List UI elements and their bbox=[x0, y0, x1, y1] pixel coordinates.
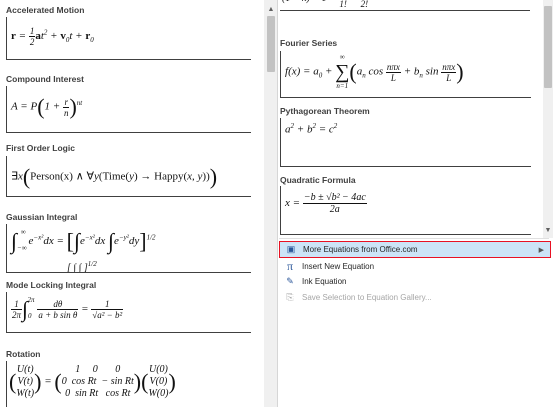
insert-new-equation-label: Insert New Equation bbox=[302, 261, 375, 271]
equation-compound-interest[interactable]: A = P(1 + r n)nt bbox=[6, 86, 251, 133]
more-equations-label: More Equations from Office.com bbox=[303, 245, 418, 254]
left-scrollbar-track[interactable]: ▲ bbox=[264, 0, 277, 407]
ink-equation-icon: ✎ bbox=[286, 275, 294, 286]
equation-pythagorean-theorem[interactable]: a2 + b2 = c2 bbox=[280, 118, 531, 167]
more-equations-menu-item[interactable]: ▣ More Equations from Office.com ▶ bbox=[279, 241, 551, 258]
right-scrollbar-thumb[interactable] bbox=[544, 6, 552, 88]
save-to-gallery-icon: ⎘ bbox=[286, 291, 294, 302]
insert-new-equation-menu-item[interactable]: π Insert New Equation bbox=[279, 258, 549, 274]
equation-fourier-series[interactable]: f(x) = a0 + ∞ ∑ n=1(an cos nπx L + bn sin n… bbox=[280, 51, 531, 98]
section-title-quadratic-formula: Quadratic Formula bbox=[280, 175, 356, 185]
section-title-mode-locking-integral: Mode Locking Integral bbox=[6, 280, 97, 290]
equation-mode-locking-integral[interactable]: 1 2π ∫02π dθ a + b sin θ = 1 √a² − b² bbox=[6, 292, 251, 333]
equation-accelerated-motion[interactable]: r = 1 2 at2 + v0t + r0 bbox=[6, 17, 251, 60]
ink-equation-menu-item[interactable]: ✎ Ink Equation bbox=[279, 273, 549, 289]
equation-gallery-right: (1 + x) = 1 + 1! + 2! + ⋯ Fourier Series… bbox=[277, 0, 554, 407]
section-title-pythagorean-theorem: Pythagorean Theorem bbox=[280, 106, 370, 116]
menu-separator bbox=[279, 238, 549, 239]
section-title-compound-interest: Compound Interest bbox=[6, 74, 84, 84]
section-title-fourier-series: Fourier Series bbox=[280, 38, 338, 48]
office-equations-icon: ▣ bbox=[286, 244, 296, 254]
equation-gallery-left: Accelerated Motion r = 1 2 at2 + v0t + r0 … bbox=[0, 0, 264, 407]
section-title-rotation: Rotation bbox=[6, 349, 41, 359]
equation-first-order-logic[interactable]: ∃x(Person(x) ∧ ∀y(Time(y) → Happy(x, y))… bbox=[6, 156, 251, 197]
section-title-accelerated-motion: Accelerated Motion bbox=[6, 5, 85, 15]
save-selection-menu-item: ⎘ Save Selection to Equation Gallery... bbox=[279, 289, 549, 305]
equation-rotation[interactable]: (U(t) V(t) W(t)) = (1 0 00 cos Rt − sin Rt… bbox=[6, 361, 251, 407]
section-title-gaussian-integral: Gaussian Integral bbox=[6, 212, 78, 222]
ink-equation-label: Ink Equation bbox=[302, 276, 347, 286]
save-selection-label: Save Selection to Equation Gallery... bbox=[302, 292, 432, 302]
equation-quadratic-formula[interactable]: x = −b ± √b² − 4ac 2a bbox=[280, 186, 531, 235]
equation-gaussian-integral[interactable]: ∫−∞∞ e−x²dx = [∫e−x²dx ∫e−y²dy]1/2 [ ∫ ∫… bbox=[6, 224, 251, 273]
pi-icon: π bbox=[286, 258, 294, 273]
scroll-down-arrow-icon[interactable]: ▼ bbox=[543, 226, 553, 236]
left-scrollbar-thumb[interactable] bbox=[267, 16, 275, 72]
equation-binomial-partial[interactable]: (1 + x) = 1 + 1! + 2! + ⋯ bbox=[280, 0, 530, 11]
submenu-arrow-icon: ▶ bbox=[538, 246, 544, 254]
right-scrollbar-track[interactable]: ▼ bbox=[543, 0, 553, 238]
scroll-up-arrow-icon[interactable]: ▲ bbox=[266, 5, 276, 15]
section-title-first-order-logic: First Order Logic bbox=[6, 143, 75, 153]
